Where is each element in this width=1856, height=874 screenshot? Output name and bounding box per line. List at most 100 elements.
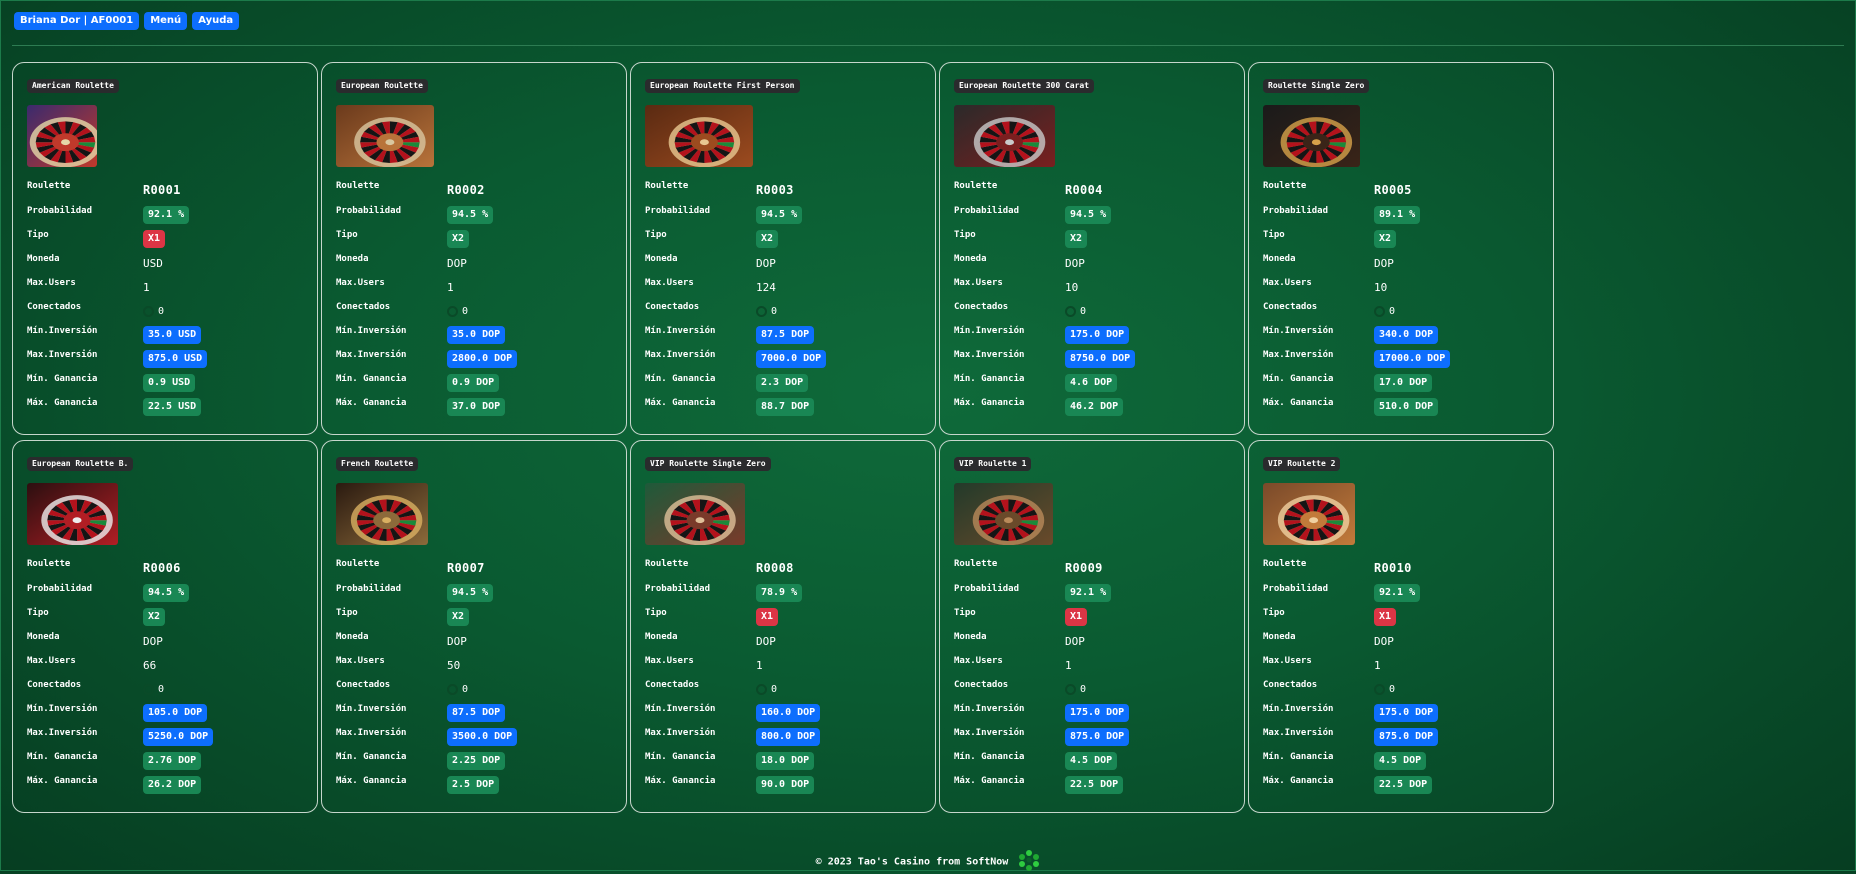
- roulette-label: Roulette: [645, 181, 689, 191]
- roulette-thumbnail[interactable]: [645, 483, 745, 545]
- roulette-card[interactable]: Roulette Single Zero Roulette R0005 Prob…: [1248, 62, 1554, 435]
- roulette-card[interactable]: French Roulette Roulette R0007 Probabili…: [321, 440, 627, 813]
- roulette-label: Roulette: [27, 559, 71, 569]
- max-investment-label: Max.Inversión: [1263, 350, 1334, 360]
- roulette-thumbnail[interactable]: [336, 105, 434, 167]
- roulette-label: Roulette: [954, 559, 998, 569]
- detail-row: Mín.Inversión 87.5 DOP: [336, 701, 626, 725]
- currency-label: Moneda: [27, 254, 60, 264]
- footer-text: © 2023 Tao's Casino from SoftNow: [815, 856, 1009, 868]
- min-investment-badge: 160.0 DOP: [756, 704, 821, 722]
- roulette-thumbnail[interactable]: [1263, 105, 1360, 167]
- user-button[interactable]: Briana Dor | AF0001: [14, 12, 140, 30]
- detail-row: Roulette R0002: [336, 177, 626, 203]
- connected-label: Conectados: [954, 302, 1009, 312]
- detail-row: Max.Users 1: [27, 275, 317, 299]
- min-investment-badge: 105.0 DOP: [143, 704, 208, 722]
- connection-status-icon: [1374, 305, 1385, 317]
- max-investment-label: Max.Inversión: [27, 350, 98, 360]
- min-gain-badge: 2.76 DOP: [143, 752, 202, 770]
- min-gain-badge: 0.9 DOP: [447, 374, 500, 392]
- min-gain-label: Mín. Ganancia: [336, 374, 407, 384]
- detail-row: Conectados 0: [1263, 299, 1553, 323]
- roulette-thumbnail[interactable]: [27, 105, 97, 167]
- detail-row: Probabilidad 78.9 %: [645, 581, 935, 605]
- currency-value: DOP: [447, 634, 467, 648]
- min-investment-badge: 87.5 DOP: [756, 326, 815, 344]
- currency-label: Moneda: [336, 632, 369, 642]
- max-users-value: 1: [143, 280, 150, 294]
- roulette-code: R0006: [143, 561, 181, 575]
- min-investment-badge: 87.5 DOP: [447, 704, 506, 722]
- menu-button[interactable]: Menú: [144, 12, 188, 30]
- min-gain-badge: 4.5 DOP: [1065, 752, 1118, 770]
- roulette-card[interactable]: American Roulette Roulette R0001 Probabi…: [12, 62, 318, 435]
- help-button[interactable]: Ayuda: [192, 12, 240, 30]
- roulette-thumbnail[interactable]: [645, 105, 753, 167]
- detail-row: Max.Inversión 875.0 USD: [27, 347, 317, 371]
- detail-row: Máx. Ganancia 22.5 DOP: [954, 773, 1244, 797]
- max-gain-label: Máx. Ganancia: [336, 398, 407, 408]
- max-users-value: 1: [1065, 658, 1072, 672]
- detail-row: Mín.Inversión 175.0 DOP: [1263, 701, 1553, 725]
- detail-row: Mín.Inversión 340.0 DOP: [1263, 323, 1553, 347]
- type-label: Tipo: [645, 608, 667, 618]
- min-gain-badge: 18.0 DOP: [756, 752, 815, 770]
- max-gain-badge: 510.0 DOP: [1374, 398, 1439, 416]
- roulette-thumbnail[interactable]: [1263, 483, 1355, 545]
- detail-row: Conectados 0: [954, 677, 1244, 701]
- card-title: European Roulette: [336, 79, 428, 93]
- roulette-card[interactable]: European Roulette First Person Roulette …: [630, 62, 936, 435]
- detail-row: Máx. Ganancia 37.0 DOP: [336, 395, 626, 419]
- detail-row: Probabilidad 94.5 %: [954, 203, 1244, 227]
- roulette-thumbnail[interactable]: [27, 483, 118, 545]
- probability-badge: 94.5 %: [447, 584, 494, 602]
- detail-row: Máx. Ganancia 90.0 DOP: [645, 773, 935, 797]
- detail-row: Conectados 0: [954, 299, 1244, 323]
- roulette-thumbnail[interactable]: [954, 105, 1055, 167]
- card-details: Roulette R0008 Probabilidad 78.9 % Tipo …: [645, 555, 935, 797]
- min-gain-label: Mín. Ganancia: [1263, 374, 1334, 384]
- min-gain-label: Mín. Ganancia: [27, 752, 98, 762]
- min-gain-badge: 0.9 USD: [143, 374, 196, 392]
- min-gain-label: Mín. Ganancia: [645, 374, 716, 384]
- detail-row: Tipo X1: [1263, 605, 1553, 629]
- detail-row: Mín. Ganancia 2.76 DOP: [27, 749, 317, 773]
- min-investment-label: Mín.Inversión: [645, 326, 716, 336]
- type-badge: X2: [1065, 230, 1088, 248]
- max-gain-badge: 26.2 DOP: [143, 776, 202, 794]
- max-investment-badge: 7000.0 DOP: [756, 350, 827, 368]
- connected-label: Conectados: [645, 302, 700, 312]
- min-investment-label: Mín.Inversión: [954, 704, 1025, 714]
- card-details: Roulette R0002 Probabilidad 94.5 % Tipo …: [336, 177, 626, 419]
- max-gain-badge: 22.5 USD: [143, 398, 202, 416]
- detail-row: Moneda DOP: [27, 629, 317, 653]
- roulette-card[interactable]: VIP Roulette Single Zero Roulette R0008 …: [630, 440, 936, 813]
- max-investment-badge: 875.0 DOP: [1065, 728, 1130, 746]
- roulette-card[interactable]: VIP Roulette 1 Roulette R0009 Probabilid…: [939, 440, 1245, 813]
- roulette-thumbnail[interactable]: [336, 483, 428, 545]
- detail-row: Mín. Ganancia 0.9 DOP: [336, 371, 626, 395]
- roulette-label: Roulette: [336, 181, 380, 191]
- probability-badge: 92.1 %: [1374, 584, 1421, 602]
- min-investment-badge: 175.0 DOP: [1065, 326, 1130, 344]
- detail-row: Max.Users 1: [645, 653, 935, 677]
- connection-status-icon: [447, 683, 458, 695]
- detail-row: Mín.Inversión 35.0 USD: [27, 323, 317, 347]
- detail-row: Moneda DOP: [336, 629, 626, 653]
- detail-row: Max.Inversión 875.0 DOP: [954, 725, 1244, 749]
- detail-row: Máx. Ganancia 510.0 DOP: [1263, 395, 1553, 419]
- card-details: Roulette R0004 Probabilidad 94.5 % Tipo …: [954, 177, 1244, 419]
- roulette-thumbnail[interactable]: [954, 483, 1053, 545]
- max-investment-label: Max.Inversión: [27, 728, 98, 738]
- max-gain-badge: 22.5 DOP: [1374, 776, 1433, 794]
- roulette-card[interactable]: European Roulette 300 Carat Roulette R00…: [939, 62, 1245, 435]
- roulette-card[interactable]: VIP Roulette 2 Roulette R0010 Probabilid…: [1248, 440, 1554, 813]
- roulette-card[interactable]: European Roulette Roulette R0002 Probabi…: [321, 62, 627, 435]
- card-title: French Roulette: [336, 457, 419, 471]
- roulette-card[interactable]: European Roulette B. Roulette R0006 Prob…: [12, 440, 318, 813]
- max-investment-badge: 875.0 DOP: [1374, 728, 1439, 746]
- min-investment-label: Mín.Inversión: [336, 326, 407, 336]
- detail-row: Conectados 0: [336, 677, 626, 701]
- max-gain-label: Máx. Ganancia: [645, 776, 716, 786]
